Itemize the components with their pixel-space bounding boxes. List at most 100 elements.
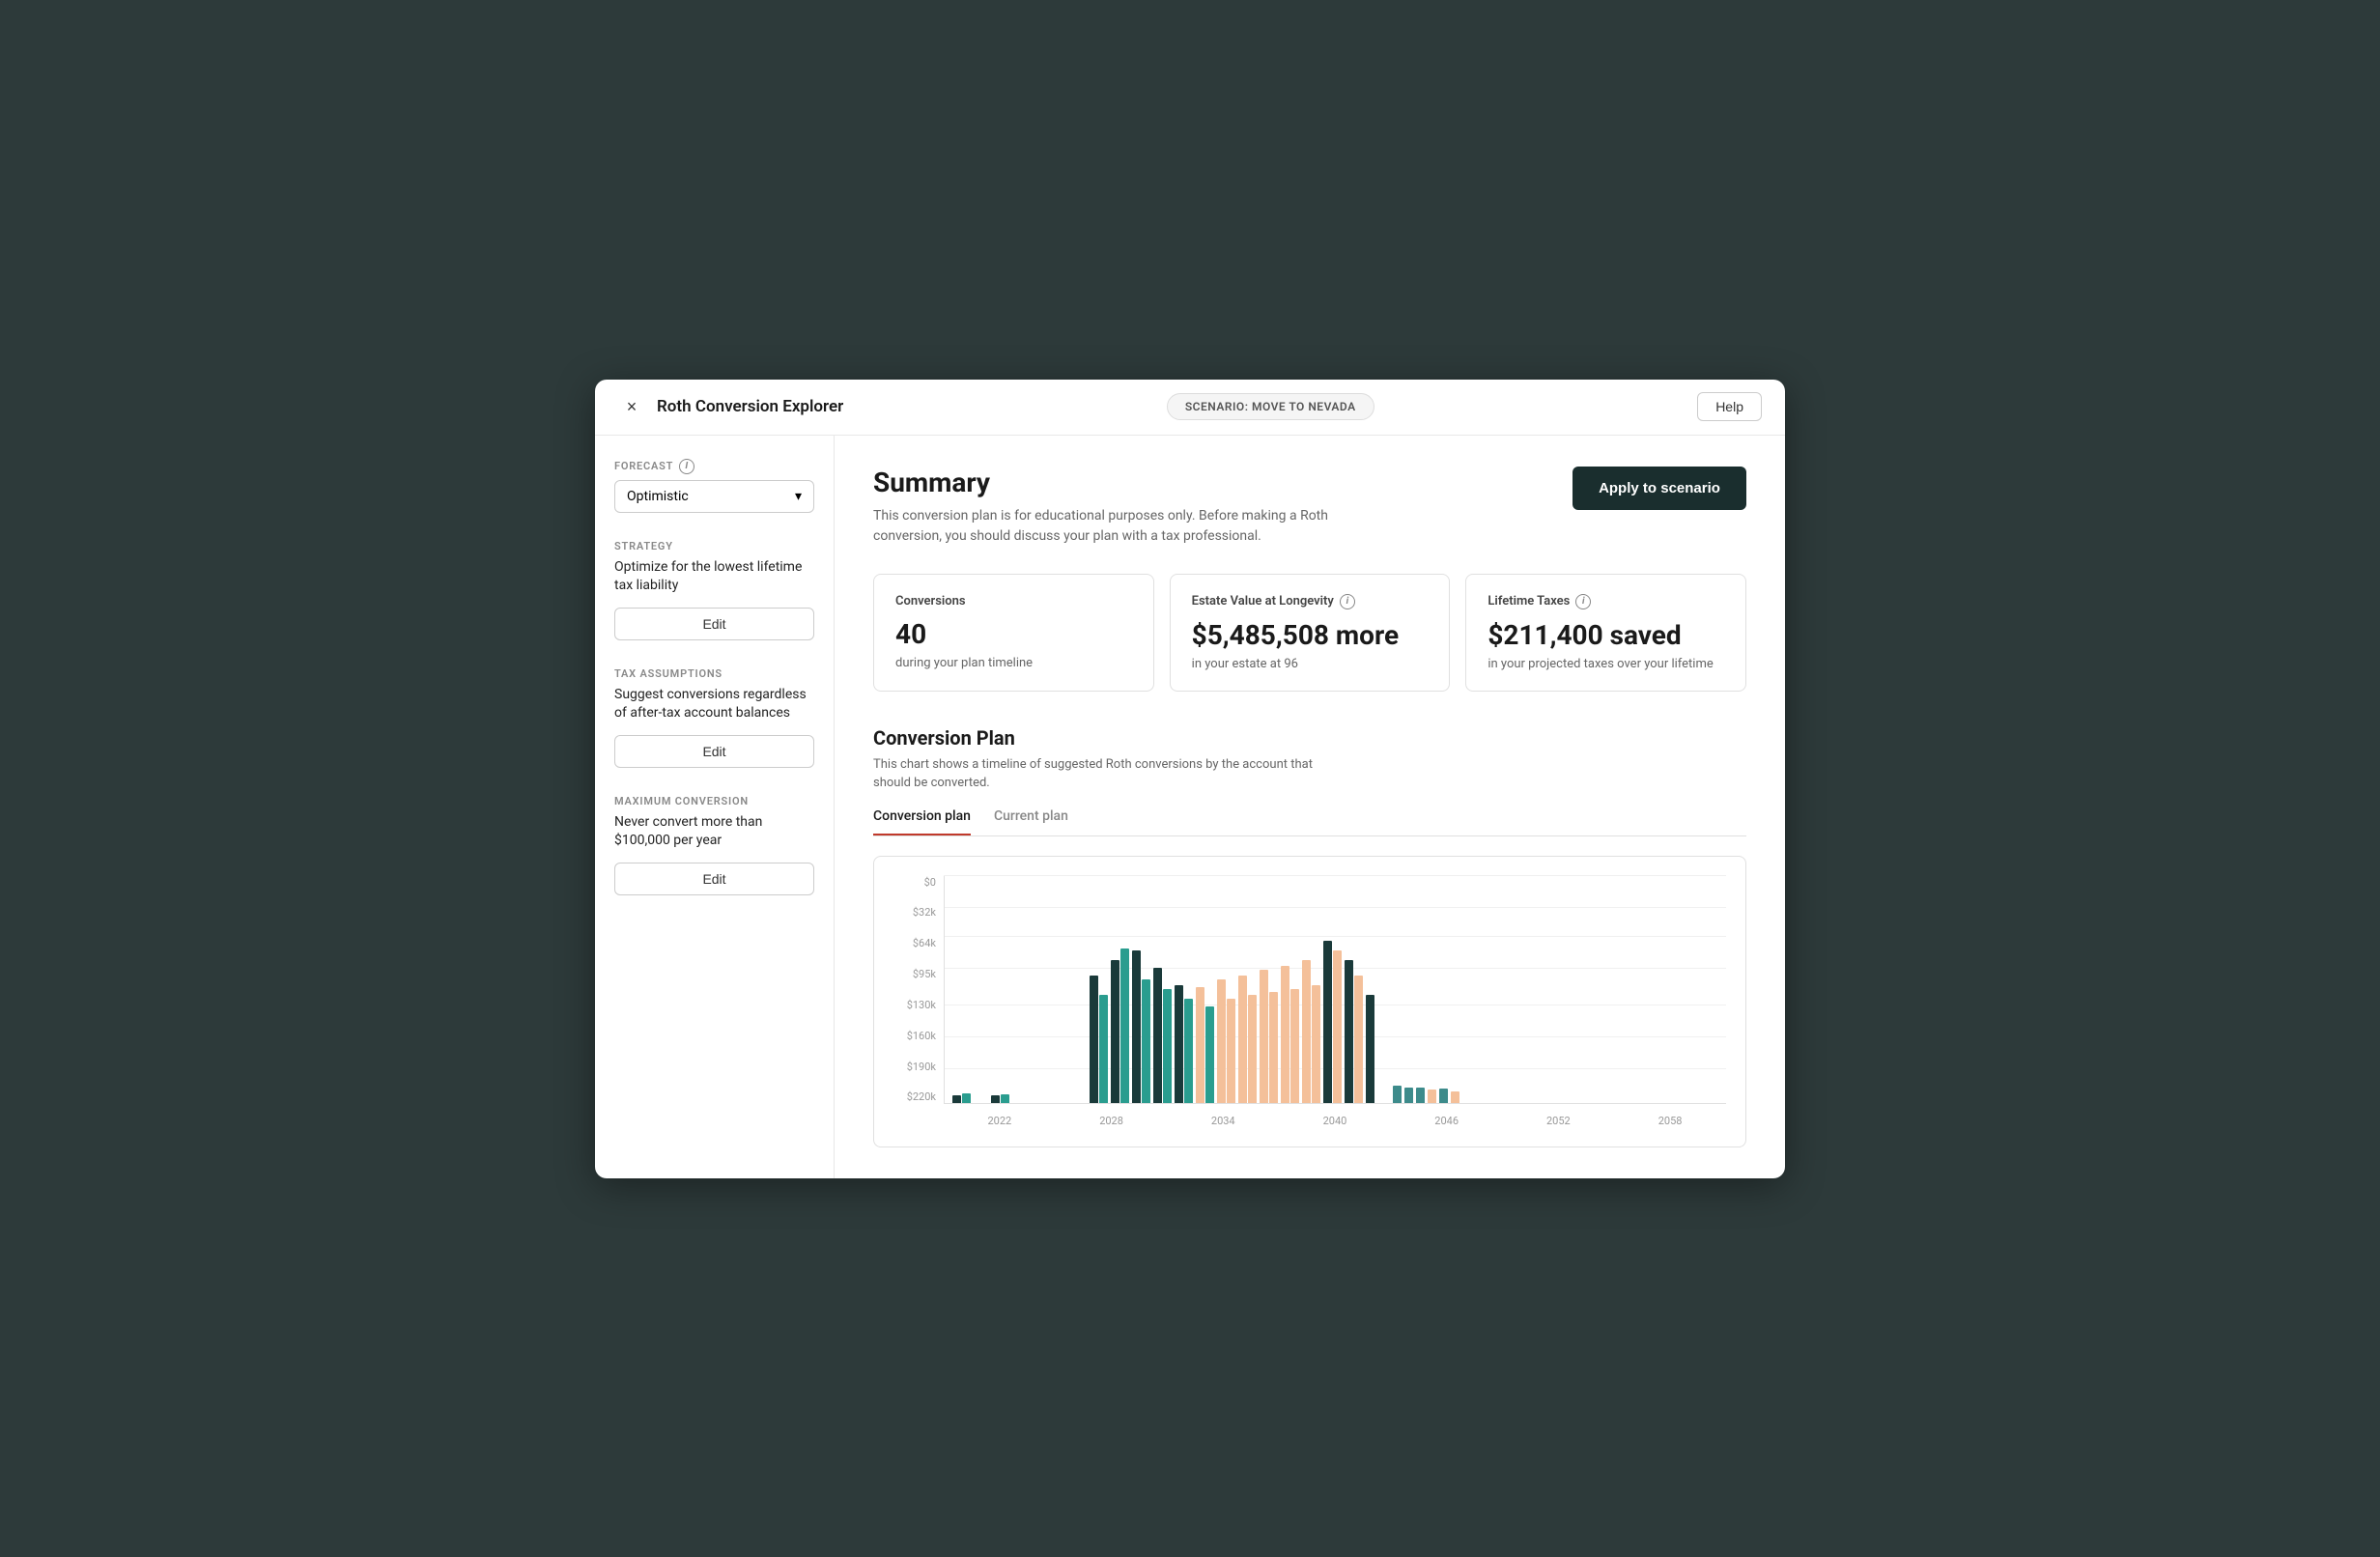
metric-card-conversions: Conversions 40 during your plan timeline xyxy=(873,574,1154,692)
main-layout: FORECAST i Optimistic ▾ STRATEGY Optimiz… xyxy=(595,436,1785,1178)
bar xyxy=(1323,941,1332,1103)
bar xyxy=(1393,1086,1402,1103)
tax-edit-button[interactable]: Edit xyxy=(614,735,814,768)
bar xyxy=(1153,968,1162,1103)
apply-to-scenario-button[interactable]: Apply to scenario xyxy=(1572,467,1746,510)
bar xyxy=(1416,1088,1425,1103)
scenario-badge: SCENARIO: MOVE TO NEVADA xyxy=(1167,393,1374,420)
conversion-plan-subtitle: This chart shows a timeline of suggested… xyxy=(873,755,1337,793)
metric-sub-estate: in your estate at 96 xyxy=(1192,657,1429,671)
bar xyxy=(1132,950,1141,1103)
bar xyxy=(1120,948,1129,1103)
y-label-4: $95k xyxy=(893,968,944,980)
metric-cards: Conversions 40 during your plan timeline… xyxy=(873,574,1746,692)
bar-group-2049 xyxy=(1302,960,1320,1103)
strategy-section: STRATEGY Optimize for the lowest lifetim… xyxy=(614,540,814,640)
metric-value-estate: $5,485,508 more xyxy=(1192,619,1429,651)
bar xyxy=(1354,976,1363,1103)
header: × Roth Conversion Explorer SCENARIO: MOV… xyxy=(595,380,1785,436)
bar xyxy=(1428,1090,1436,1103)
bar-group-2042 xyxy=(1153,968,1172,1103)
bar-group-2056 xyxy=(1393,1086,1402,1103)
taxes-info-icon[interactable]: i xyxy=(1575,594,1591,609)
sidebar: FORECAST i Optimistic ▾ STRATEGY Optimiz… xyxy=(595,436,835,1178)
strategy-edit-button[interactable]: Edit xyxy=(614,608,814,640)
x-label-2058: 2058 xyxy=(1658,1115,1683,1127)
summary-title: Summary xyxy=(873,467,1337,498)
y-label-6: $32k xyxy=(893,906,944,919)
x-label-2028: 2028 xyxy=(1099,1115,1123,1127)
bar xyxy=(1269,992,1278,1103)
metric-value-taxes: $211,400 saved xyxy=(1488,619,1724,651)
tab-conversion-plan[interactable]: Conversion plan xyxy=(873,808,971,835)
estate-info-icon[interactable]: i xyxy=(1340,594,1355,609)
bar xyxy=(1451,1091,1459,1103)
chart-y-axis: $220k $190k $160k $130k $95k $64k $32k $… xyxy=(893,876,944,1104)
chart-x-axis: 2022 2028 2034 2040 2046 2052 2058 xyxy=(944,1115,1726,1127)
bar xyxy=(1290,989,1299,1103)
bar xyxy=(1196,987,1204,1103)
bar xyxy=(1205,1006,1214,1103)
bar xyxy=(1248,995,1257,1103)
bar-group-2058a xyxy=(1416,1088,1425,1103)
x-label-2046: 2046 xyxy=(1434,1115,1459,1127)
forecast-section: FORECAST i Optimistic ▾ xyxy=(614,459,814,513)
bar xyxy=(1238,976,1247,1103)
close-button[interactable]: × xyxy=(618,393,645,420)
bar-group-2045 xyxy=(1217,979,1235,1103)
bar xyxy=(1260,970,1268,1103)
max-conversion-section: MAXIMUM CONVERSION Never convert more th… xyxy=(614,795,814,895)
y-label-3: $130k xyxy=(893,999,944,1011)
bar xyxy=(1217,979,1226,1103)
max-label: MAXIMUM CONVERSION xyxy=(614,795,814,807)
tax-value: Suggest conversions regardless of after-… xyxy=(614,686,814,723)
bar xyxy=(1312,985,1320,1103)
bar xyxy=(1099,995,1108,1103)
bar xyxy=(962,1093,971,1103)
chart-container: $220k $190k $160k $130k $95k $64k $32k $… xyxy=(873,856,1746,1147)
bar-group-2041 xyxy=(1132,950,1150,1103)
metric-card-taxes: Lifetime Taxes i $211,400 saved in your … xyxy=(1465,574,1746,692)
chart-tabs: Conversion plan Current plan xyxy=(873,808,1746,836)
forecast-label: FORECAST i xyxy=(614,459,814,474)
summary-subtitle: This conversion plan is for educational … xyxy=(873,506,1337,547)
chevron-down-icon: ▾ xyxy=(795,489,802,504)
main-content: Summary This conversion plan is for educ… xyxy=(835,436,1785,1178)
bar xyxy=(952,1095,961,1103)
bar-group-2046 xyxy=(1238,976,1257,1103)
header-left: × Roth Conversion Explorer xyxy=(618,393,843,420)
app-window: × Roth Conversion Explorer SCENARIO: MOV… xyxy=(595,380,1785,1178)
forecast-info-icon[interactable]: i xyxy=(679,459,694,474)
bar-group-2047 xyxy=(1260,970,1278,1103)
bar-group-2040b xyxy=(1111,948,1129,1103)
strategy-value: Optimize for the lowest lifetime tax lia… xyxy=(614,558,814,596)
metric-sub-taxes: in your projected taxes over your lifeti… xyxy=(1488,657,1724,671)
strategy-label: STRATEGY xyxy=(614,540,814,552)
x-label-2034: 2034 xyxy=(1211,1115,1235,1127)
y-label-7: $0 xyxy=(893,876,944,889)
help-button[interactable]: Help xyxy=(1697,392,1762,421)
bar-group-2043 xyxy=(1175,985,1193,1103)
tax-label: TAX ASSUMPTIONS xyxy=(614,667,814,680)
max-edit-button[interactable]: Edit xyxy=(614,863,814,895)
summary-text: Summary This conversion plan is for educ… xyxy=(873,467,1337,547)
app-title: Roth Conversion Explorer xyxy=(657,397,843,416)
bar-group-2022 xyxy=(952,1093,971,1103)
bar-group-2040a xyxy=(1090,976,1108,1103)
bar-group-2052a xyxy=(1323,941,1342,1103)
bar xyxy=(1366,995,1374,1103)
y-label-2: $160k xyxy=(893,1030,944,1042)
bar xyxy=(1184,999,1193,1103)
metric-sub-conversions: during your plan timeline xyxy=(895,656,1132,670)
bar-group-2044 xyxy=(1196,987,1214,1103)
bar xyxy=(1439,1089,1448,1103)
bar xyxy=(1090,976,1098,1103)
bar-group-2057 xyxy=(1404,1088,1413,1103)
bar xyxy=(1404,1088,1413,1103)
bar xyxy=(1302,960,1311,1103)
tab-current-plan[interactable]: Current plan xyxy=(994,808,1068,835)
forecast-dropdown[interactable]: Optimistic ▾ xyxy=(614,480,814,513)
conversion-plan-section: Conversion Plan This chart shows a timel… xyxy=(873,726,1746,1147)
bar-group-2024 xyxy=(991,1094,1009,1103)
bar xyxy=(1175,985,1183,1103)
